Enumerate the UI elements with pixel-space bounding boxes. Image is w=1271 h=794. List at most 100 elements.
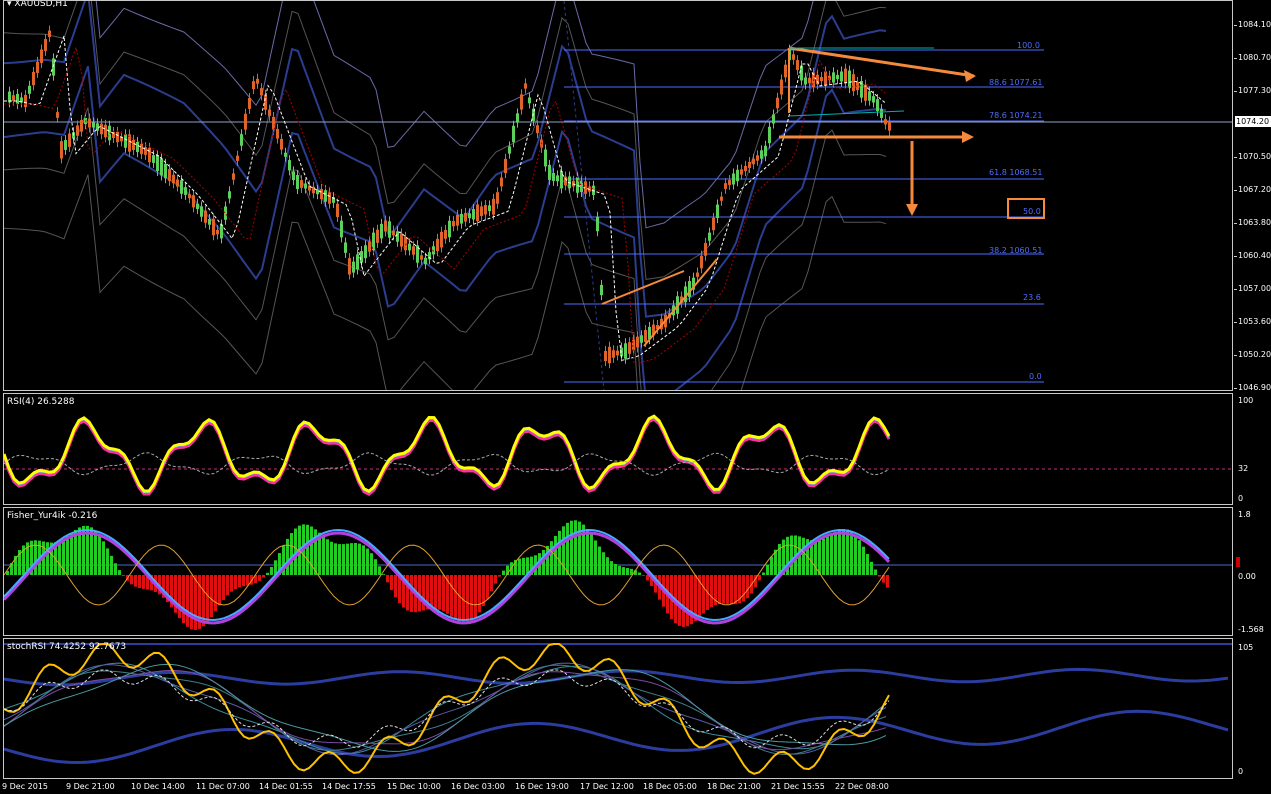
stoch-svg bbox=[4, 642, 1232, 775]
fisher-histogram-bar bbox=[178, 575, 181, 619]
candle-body bbox=[740, 169, 743, 175]
chart-title: ▾ XAUUSD,H1 bbox=[7, 1, 68, 9]
stoch-title: stochRSI 74.4252 92.7673 bbox=[7, 642, 127, 652]
fisher-histogram-bar bbox=[266, 572, 269, 575]
fisher-histogram-bar bbox=[762, 572, 765, 575]
candle-body bbox=[124, 134, 127, 148]
rsi-tick: 32 bbox=[1238, 464, 1249, 473]
arrow-head bbox=[964, 70, 976, 82]
candle-body bbox=[180, 180, 183, 194]
time-tick: 18 Dec 21:00 bbox=[707, 782, 761, 791]
candle-body bbox=[308, 185, 311, 191]
candle-body bbox=[500, 177, 503, 187]
fisher-histogram-bar bbox=[434, 575, 437, 609]
time-axis[interactable]: 9 Dec 2015 9 Dec 21:00 10 Dec 14:00 11 D… bbox=[0, 779, 1234, 794]
fisher-histogram-bar bbox=[374, 559, 377, 575]
fisher-histogram-bar bbox=[614, 563, 617, 575]
fisher-histogram-bar bbox=[470, 575, 473, 621]
candle-body bbox=[736, 169, 739, 182]
fisher-histogram-bar bbox=[678, 575, 681, 626]
price-tick: 1050.20 bbox=[1238, 350, 1271, 359]
candle-body bbox=[56, 112, 59, 118]
candle-body bbox=[528, 97, 531, 104]
fisher-histogram-bar bbox=[702, 575, 705, 614]
candle-body bbox=[196, 203, 199, 210]
candle-body bbox=[420, 255, 423, 260]
candle-body bbox=[612, 350, 615, 358]
arrow-head bbox=[906, 204, 918, 216]
fisher-histogram-bar bbox=[226, 575, 229, 596]
candle-body bbox=[296, 174, 299, 190]
candle-body bbox=[636, 336, 639, 348]
candle-body bbox=[880, 109, 883, 118]
candle-body bbox=[868, 91, 871, 101]
fisher-histogram-bar bbox=[766, 564, 769, 575]
candle-body bbox=[508, 146, 511, 154]
time-tick: 10 Dec 14:00 bbox=[131, 782, 185, 791]
candle-body bbox=[480, 206, 483, 217]
fisher-histogram-bar bbox=[790, 535, 793, 575]
time-tick: 14 Dec 17:55 bbox=[322, 782, 376, 791]
fisher-histogram-bar bbox=[322, 536, 325, 575]
candle-body bbox=[520, 94, 523, 110]
fisher-histogram-bar bbox=[578, 521, 581, 575]
fisher-histogram-bar bbox=[342, 544, 345, 575]
candle-body bbox=[476, 204, 479, 222]
fisher-histogram-bar bbox=[866, 554, 869, 575]
fisher-histogram-bar bbox=[878, 575, 881, 577]
fisher-histogram-bar bbox=[858, 540, 861, 575]
fisher-histogram-bar bbox=[222, 575, 225, 601]
candle-body bbox=[696, 272, 699, 277]
candle-body bbox=[48, 30, 51, 38]
candle-body bbox=[324, 190, 327, 202]
fisher-histogram-bar bbox=[550, 541, 553, 575]
fisher-histogram-bar bbox=[682, 575, 685, 627]
fisher-histogram-bar bbox=[622, 567, 625, 575]
fisher-histogram-bar bbox=[466, 575, 469, 623]
fisher-histogram-bar bbox=[134, 575, 137, 587]
fisher-histogram-bar bbox=[194, 575, 197, 630]
price-chart-panel[interactable]: ▾ XAUUSD,H1 100.0 88.6 1077.61 78.6 1074… bbox=[3, 0, 1233, 391]
fisher-histogram-bar bbox=[262, 575, 265, 578]
fisher-tick: 0.00 bbox=[1238, 572, 1256, 581]
candle-body bbox=[188, 194, 191, 199]
fisher-histogram-bar bbox=[590, 534, 593, 575]
candle-body bbox=[604, 350, 607, 362]
candle-body bbox=[148, 147, 151, 163]
rsi-svg bbox=[4, 414, 1232, 496]
fisher-histogram-bar bbox=[442, 575, 445, 612]
fisher-histogram-bar bbox=[606, 557, 609, 575]
stoch-tick: 105 bbox=[1238, 643, 1254, 652]
candle-body bbox=[436, 238, 439, 252]
candle-body bbox=[412, 246, 415, 255]
candle-body bbox=[796, 60, 799, 70]
candle-body bbox=[516, 113, 519, 123]
time-tick: 22 Dec 08:00 bbox=[835, 782, 889, 791]
fisher-histogram-bar bbox=[94, 530, 97, 575]
candle-body bbox=[552, 173, 555, 181]
time-tick: 17 Dec 12:00 bbox=[580, 782, 634, 791]
fisher-histogram-bar bbox=[70, 532, 73, 575]
fisher-histogram-bar bbox=[886, 575, 889, 588]
fisher-histogram-bar bbox=[98, 535, 101, 575]
stoch-panel[interactable]: stochRSI 74.4252 92.7673 bbox=[3, 638, 1233, 779]
candle-body bbox=[836, 74, 839, 80]
fisher-histogram-bar bbox=[334, 543, 337, 575]
candle-body bbox=[752, 158, 755, 165]
candle-body bbox=[248, 97, 251, 109]
candle-body bbox=[452, 221, 455, 227]
chart-menu-icon[interactable]: ▾ bbox=[7, 1, 12, 9]
fisher-panel[interactable]: Fisher_Yur4ik -0.216 bbox=[3, 507, 1233, 636]
fisher-histogram-bar bbox=[502, 570, 505, 575]
time-tick: 9 Dec 21:00 bbox=[66, 782, 115, 791]
fisher-svg bbox=[4, 520, 1232, 630]
candle-body bbox=[260, 88, 263, 96]
candle-body bbox=[784, 64, 787, 78]
candle-body bbox=[28, 85, 31, 94]
fisher-histogram-bar bbox=[422, 575, 425, 611]
candle-body bbox=[496, 192, 499, 204]
fib-label-23: 23.6 bbox=[1023, 293, 1041, 302]
candle-body bbox=[212, 218, 215, 236]
candle-body bbox=[220, 224, 223, 239]
rsi-panel[interactable]: RSI(4) 26.5288 bbox=[3, 393, 1233, 505]
